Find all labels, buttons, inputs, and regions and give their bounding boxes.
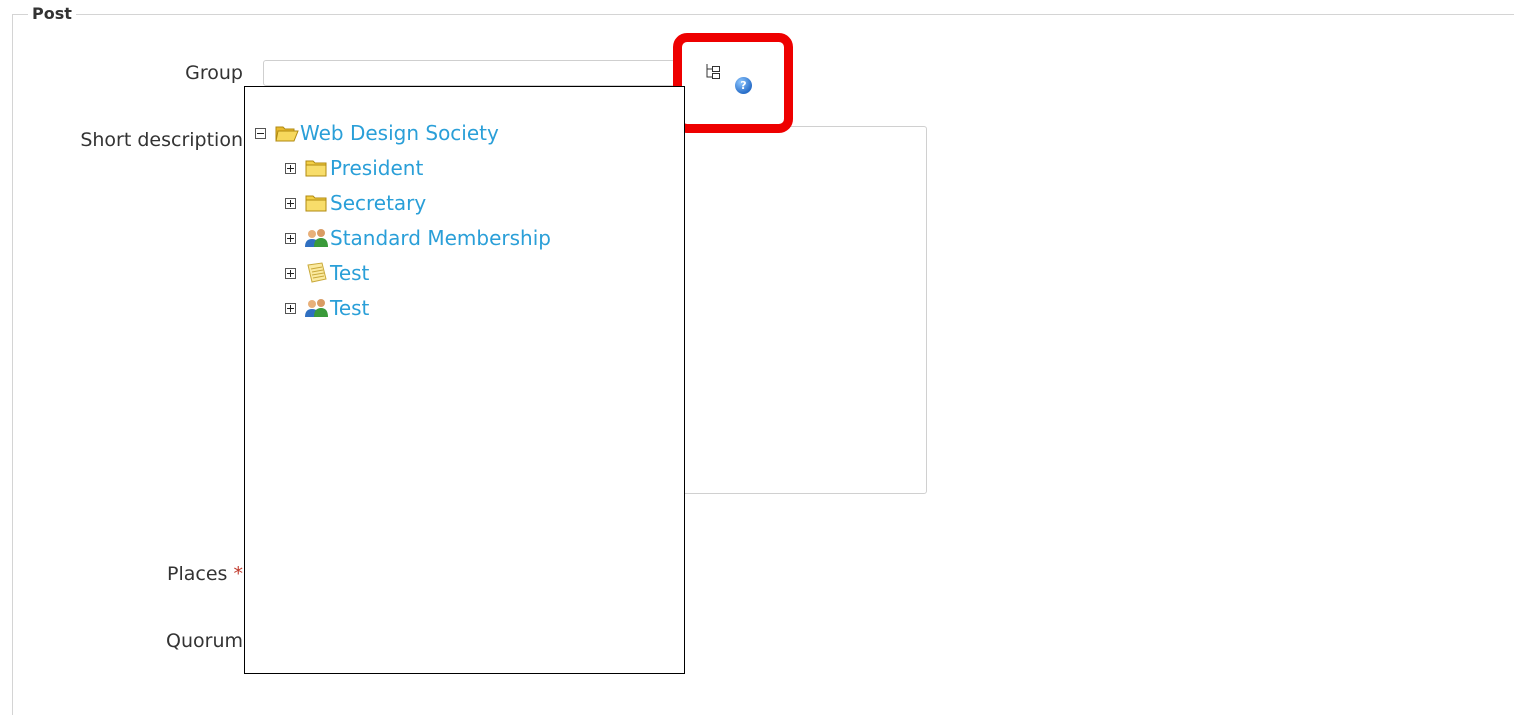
tree-node-test-2[interactable]: Test (285, 293, 369, 323)
tree-node-test-1[interactable]: Test (285, 258, 369, 288)
fieldset-legend: Post (28, 4, 76, 23)
tree-node-label[interactable]: Secretary (330, 191, 426, 215)
tree-node-label[interactable]: Web Design Society (300, 121, 499, 145)
group-tree-popup: Web Design Society President Secretary S… (244, 86, 685, 674)
users-icon (305, 229, 328, 247)
tree-node-label[interactable]: President (330, 156, 423, 180)
tree-node-root[interactable]: Web Design Society (255, 118, 499, 148)
places-label: Places * (23, 563, 243, 585)
folder-open-icon (275, 126, 299, 142)
places-label-text: Places (167, 563, 228, 585)
tree-node-secretary[interactable]: Secretary (285, 188, 426, 218)
tree-node-label[interactable]: Test (330, 296, 369, 320)
expand-icon[interactable] (285, 267, 296, 279)
folder-icon (305, 160, 327, 177)
expand-icon[interactable] (285, 302, 296, 314)
tree-node-label[interactable]: Standard Membership (330, 226, 551, 250)
quorum-label: Quorum (166, 630, 243, 652)
expand-icon[interactable] (285, 197, 296, 209)
users-icon (305, 299, 328, 317)
tree-node-label[interactable]: Test (330, 261, 369, 285)
short-description-label: Short description (80, 129, 243, 151)
document-icon (307, 262, 327, 283)
group-label: Group (185, 62, 243, 84)
tree-node-president[interactable]: President (285, 153, 423, 183)
collapse-icon[interactable] (255, 127, 266, 139)
highlight-box (673, 33, 793, 133)
folder-icon (305, 195, 327, 212)
required-marker: * (233, 563, 244, 585)
expand-icon[interactable] (285, 232, 296, 244)
tree-node-standard-membership[interactable]: Standard Membership (285, 223, 551, 253)
group-input[interactable] (263, 60, 675, 86)
expand-icon[interactable] (285, 162, 296, 174)
